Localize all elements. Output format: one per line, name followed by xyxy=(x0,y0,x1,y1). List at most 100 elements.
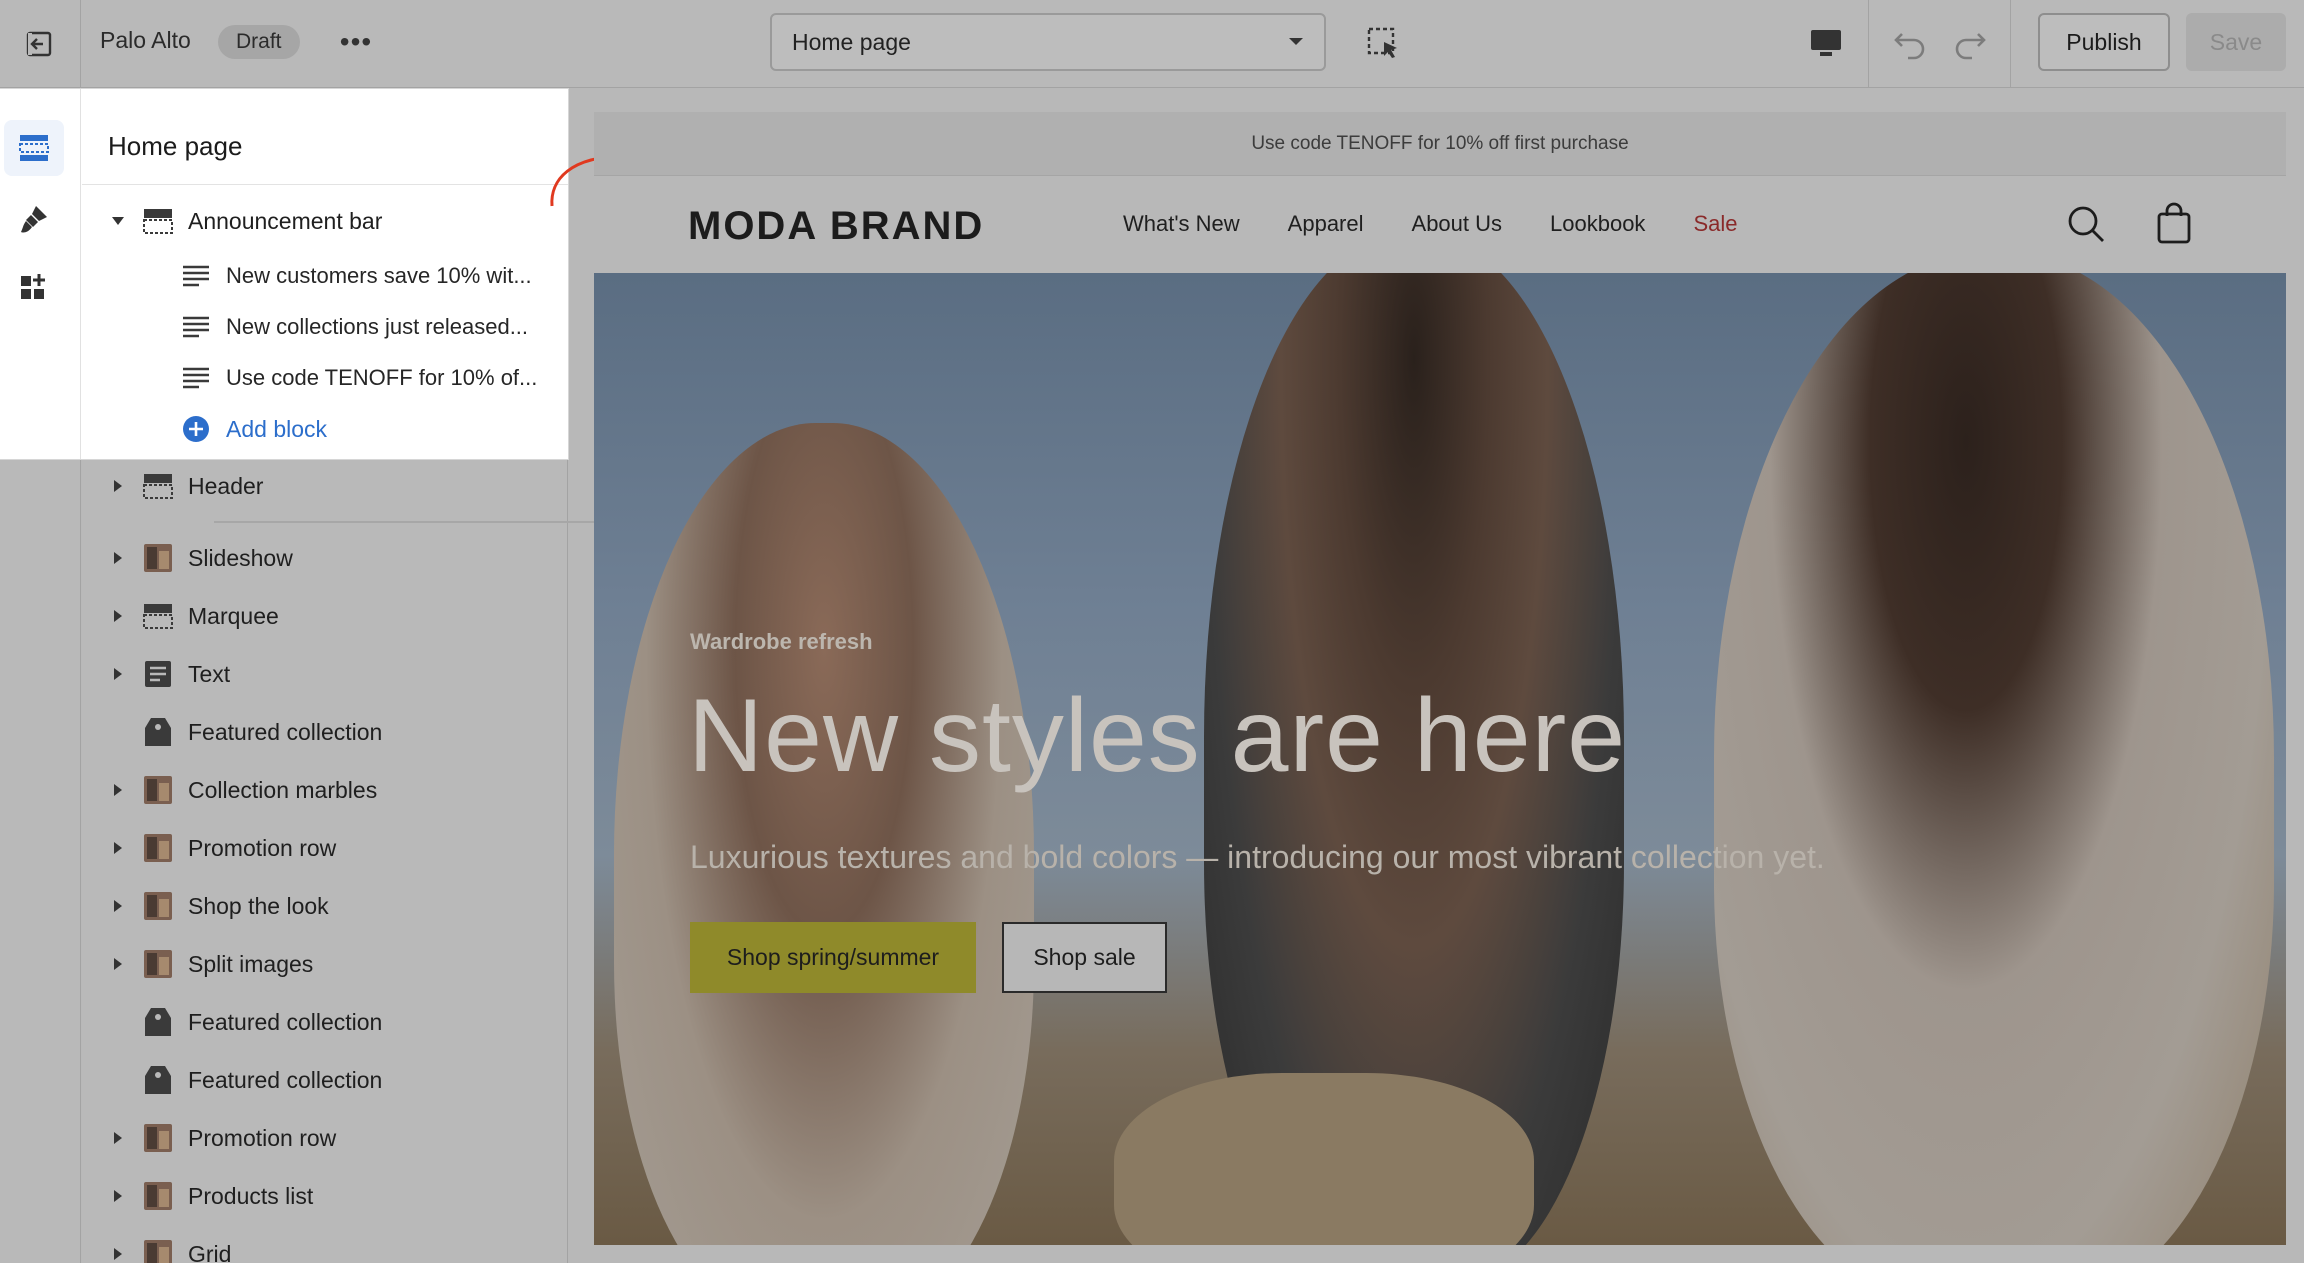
caret-right-icon[interactable] xyxy=(108,609,128,623)
redo-icon[interactable] xyxy=(1950,22,1990,62)
nav-link-apparel[interactable]: Apparel xyxy=(1288,211,1364,237)
rail-theme-settings-button[interactable] xyxy=(4,191,64,247)
shopping-bag-icon[interactable] xyxy=(2156,202,2192,244)
image-thumb-icon xyxy=(142,834,174,862)
caret-right-icon[interactable] xyxy=(108,1131,128,1145)
hero-photo-figure xyxy=(614,423,1034,1245)
section-announcement-bar[interactable]: Announcement bar xyxy=(108,201,382,241)
inspector-select-icon[interactable] xyxy=(1364,24,1404,64)
storefront-preview[interactable]: Use code TENOFF for 10% off first purcha… xyxy=(594,112,2286,1245)
sections-icon xyxy=(19,135,49,161)
nav-link-whats-new[interactable]: What's New xyxy=(1123,211,1240,237)
section-label: Featured collection xyxy=(188,1066,383,1093)
section-label: Marquee xyxy=(188,602,279,629)
caret-right-icon[interactable] xyxy=(108,1189,128,1203)
section-row[interactable]: Products list xyxy=(108,1176,313,1216)
hero-eyebrow: Wardrobe refresh xyxy=(690,629,873,654)
block-label: Use code TENOFF for 10% of... xyxy=(226,365,538,390)
caret-right-icon[interactable] xyxy=(108,783,128,797)
hero-subtitle: Luxurious textures and bold colors — int… xyxy=(690,839,1825,875)
hero-photo-basket xyxy=(1114,1073,1534,1245)
caret-right-icon[interactable] xyxy=(108,667,128,681)
hero-title: New styles are here xyxy=(688,678,1627,794)
section-row[interactable]: Split images xyxy=(108,944,313,984)
image-thumb-icon xyxy=(142,892,174,920)
undo-icon[interactable] xyxy=(1890,22,1930,62)
section-label: Promotion row xyxy=(188,1124,337,1151)
image-thumb-icon xyxy=(142,544,174,572)
toolbar-divider xyxy=(2010,0,2011,88)
site-header: MODA BRAND What's New Apparel About Us L… xyxy=(594,176,2286,273)
image-thumb-icon xyxy=(142,1182,174,1210)
image-thumb-icon xyxy=(142,950,174,978)
image-thumb-icon xyxy=(142,1240,174,1263)
more-actions-button[interactable]: ••• xyxy=(336,20,376,64)
shop-spring-summer-button[interactable]: Shop spring/summer xyxy=(690,922,976,993)
panel-title: Home page xyxy=(108,131,243,161)
text-icon xyxy=(142,660,174,688)
section-label: Shop the look xyxy=(188,892,329,919)
block-row[interactable]: Use code TENOFF for 10% of... xyxy=(180,358,537,398)
nav-link-sale[interactable]: Sale xyxy=(1693,211,1737,237)
section-label: Slideshow xyxy=(188,544,293,571)
main-nav: What's New Apparel About Us Lookbook Sal… xyxy=(1123,211,1737,237)
caret-down-icon[interactable] xyxy=(108,216,128,226)
image-thumb-icon xyxy=(142,1124,174,1152)
section-row[interactable]: Collection marbles xyxy=(108,770,377,810)
layout-icon xyxy=(142,602,174,630)
page-selector-value: Home page xyxy=(792,28,911,55)
section-label: Text xyxy=(188,660,231,687)
caret-right-icon[interactable] xyxy=(108,899,128,913)
rail-sections-button[interactable] xyxy=(4,120,64,176)
nav-link-about-us[interactable]: About Us xyxy=(1412,211,1503,237)
highlight-rail xyxy=(0,89,81,459)
section-row[interactable]: Featured collection xyxy=(108,712,382,752)
toolbar-divider xyxy=(1868,0,1869,88)
caret-right-icon[interactable] xyxy=(108,1247,128,1261)
save-button[interactable]: Save xyxy=(2186,13,2286,71)
hero-slideshow[interactable]: Wardrobe refresh New styles are here Lux… xyxy=(594,273,2286,1245)
section-label: Split images xyxy=(188,950,314,977)
highlight-callout: Home page Announcement bar New customers… xyxy=(0,89,568,459)
block-row[interactable]: New collections just released... xyxy=(180,307,528,347)
caret-right-icon[interactable] xyxy=(108,957,128,971)
announcement-bar-preview[interactable]: Use code TENOFF for 10% off first purcha… xyxy=(594,112,2286,176)
section-row[interactable]: Marquee xyxy=(108,596,279,636)
shop-sale-button[interactable]: Shop sale xyxy=(1002,922,1167,993)
exit-button[interactable] xyxy=(0,0,81,88)
block-label: New customers save 10% wit... xyxy=(226,263,532,288)
plus-circle-icon xyxy=(180,415,212,443)
add-block-button[interactable]: Add block xyxy=(180,409,327,449)
desktop-view-icon[interactable] xyxy=(1806,22,1846,62)
section-row[interactable]: Promotion row xyxy=(108,828,336,868)
section-row[interactable]: Header xyxy=(108,466,263,506)
section-label: Featured collection xyxy=(188,718,383,745)
text-block-icon xyxy=(180,313,212,341)
page-selector[interactable]: Home page xyxy=(770,13,1326,71)
section-row[interactable]: Promotion row xyxy=(108,1118,336,1158)
tag-icon xyxy=(142,1008,174,1036)
search-icon[interactable] xyxy=(2066,204,2106,244)
status-badge: Draft xyxy=(218,25,300,59)
section-row[interactable]: Featured collection xyxy=(108,1002,382,1042)
section-label: Announcement bar xyxy=(188,207,383,234)
caret-right-icon[interactable] xyxy=(108,551,128,565)
text-block-icon xyxy=(180,262,212,290)
section-row[interactable]: Slideshow xyxy=(108,538,293,578)
image-thumb-icon xyxy=(142,776,174,804)
section-row[interactable]: Featured collection xyxy=(108,1060,382,1100)
section-row[interactable]: Grid xyxy=(108,1234,231,1263)
publish-button[interactable]: Publish xyxy=(2038,13,2170,71)
panel-title-divider xyxy=(82,184,568,185)
store-name: Palo Alto xyxy=(100,27,191,53)
section-label: Featured collection xyxy=(188,1008,383,1035)
section-row[interactable]: Text xyxy=(108,654,230,694)
section-row[interactable]: Shop the look xyxy=(108,886,329,926)
section-label: Collection marbles xyxy=(188,776,378,803)
caret-right-icon[interactable] xyxy=(108,841,128,855)
brand-logo[interactable]: MODA BRAND xyxy=(688,204,984,249)
nav-link-lookbook[interactable]: Lookbook xyxy=(1550,211,1645,237)
block-row[interactable]: New customers save 10% wit... xyxy=(180,256,532,296)
rail-apps-button[interactable] xyxy=(4,259,64,315)
caret-right-icon[interactable] xyxy=(108,479,128,493)
